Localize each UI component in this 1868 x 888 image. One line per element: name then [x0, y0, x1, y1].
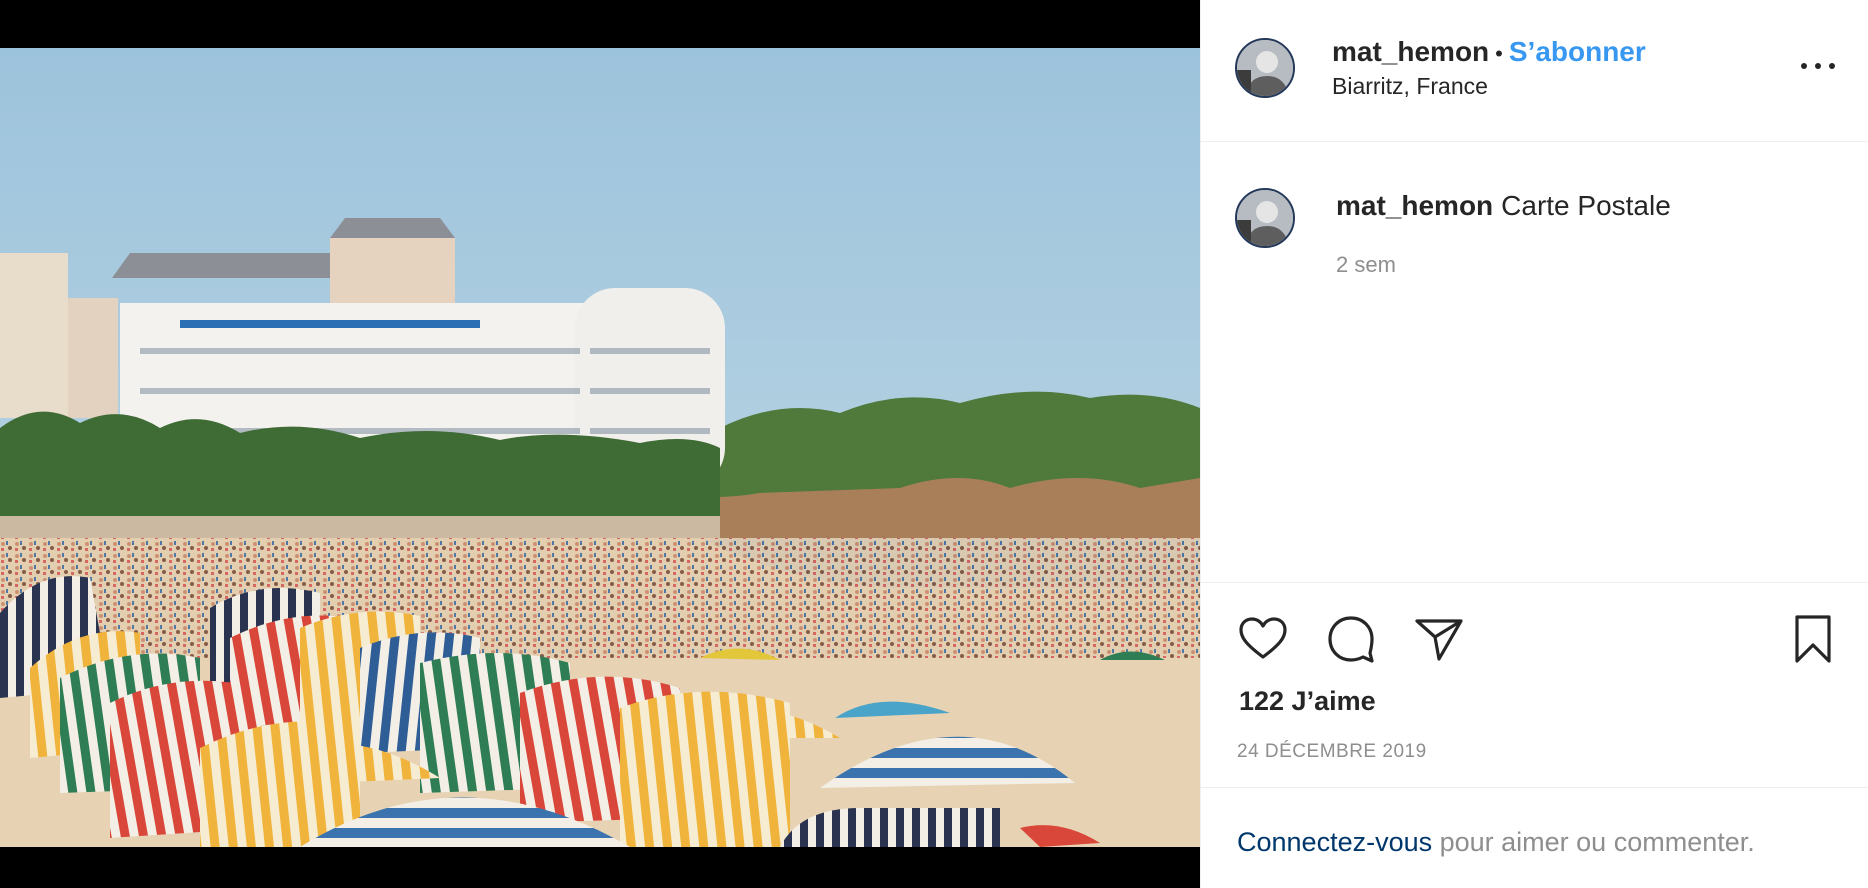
avatar[interactable]: [1235, 38, 1295, 98]
caption-avatar[interactable]: [1235, 188, 1295, 248]
post-date[interactable]: 24 DÉCEMBRE 2019: [1237, 741, 1427, 763]
post-photo[interactable]: [0, 48, 1200, 847]
username-link[interactable]: mat_hemon: [1332, 36, 1489, 67]
post-media[interactable]: [0, 0, 1200, 888]
caption-body: Carte Postale: [1501, 190, 1671, 221]
caption-username[interactable]: mat_hemon: [1336, 190, 1493, 221]
post-header-text: mat_hemon • S’abonner Biarritz, France: [1332, 36, 1646, 100]
caption-text: mat_hemon Carte Postale: [1336, 190, 1671, 222]
follow-button[interactable]: S’abonner: [1509, 36, 1646, 67]
caption-section: mat_hemon Carte Postale 2 sem: [1201, 142, 1868, 582]
separator-dot: •: [1495, 41, 1503, 66]
login-link[interactable]: Connectez-vous: [1237, 827, 1432, 857]
login-rest: pour aimer ou commenter.: [1432, 827, 1755, 857]
caption-time[interactable]: 2 sem: [1336, 252, 1396, 278]
avatar-image: [1237, 190, 1293, 246]
post-sidebar: mat_hemon • S’abonner Biarritz, France mat…: [1200, 0, 1868, 888]
likes-count[interactable]: 122 J’aime: [1239, 686, 1376, 717]
more-dot: [1815, 63, 1821, 69]
heart-icon[interactable]: [1237, 613, 1289, 665]
post-header: mat_hemon • S’abonner Biarritz, France: [1201, 0, 1868, 142]
more-dot: [1829, 63, 1835, 69]
more-options-icon[interactable]: [1801, 58, 1835, 74]
avatar-image: [1237, 40, 1293, 96]
more-dot: [1801, 63, 1807, 69]
location-link[interactable]: Biarritz, France: [1332, 73, 1646, 100]
login-prompt: Connectez-vous pour aimer ou commenter.: [1201, 787, 1868, 888]
beach-photo-illustration: [0, 48, 1200, 847]
login-text: Connectez-vous pour aimer ou commenter.: [1237, 827, 1755, 858]
actions-section: 122 J’aime 24 DÉCEMBRE 2019: [1201, 582, 1868, 788]
bookmark-icon[interactable]: [1787, 613, 1839, 665]
comment-icon[interactable]: [1325, 613, 1377, 665]
paper-plane-icon[interactable]: [1413, 613, 1465, 665]
